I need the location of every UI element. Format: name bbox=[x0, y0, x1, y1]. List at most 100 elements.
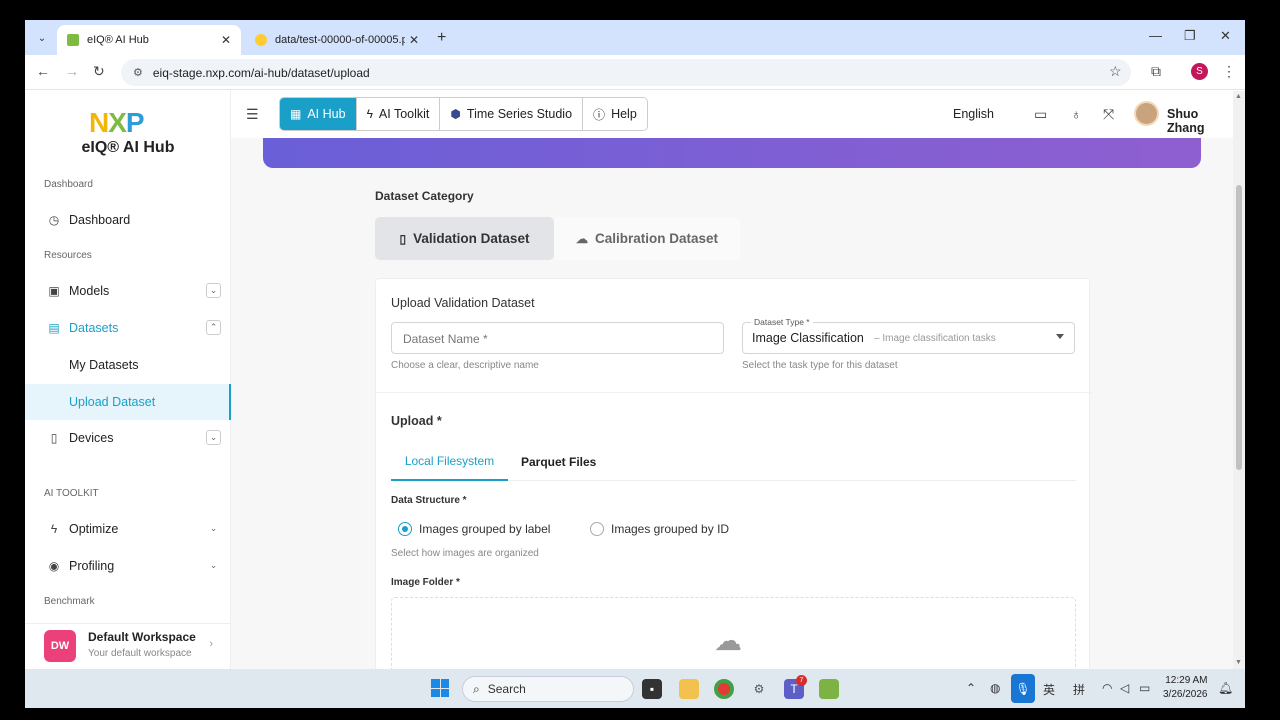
sidebar: NXP eIQ® AI Hub Dashboard ◷ Dashboard Re… bbox=[25, 91, 231, 669]
restore-icon[interactable]: ❐ bbox=[1184, 28, 1196, 44]
browser-tab[interactable]: data/test-00000-of-00005.parq ✕ bbox=[245, 25, 429, 55]
scroll-down-icon[interactable]: ▼ bbox=[1235, 659, 1242, 666]
scroll-up-icon[interactable]: ▲ bbox=[1235, 93, 1242, 100]
header-banner bbox=[263, 138, 1201, 168]
sidebar-item-devices[interactable]: ▯ Devices ⌄ bbox=[25, 420, 231, 456]
image-folder-dropzone[interactable]: ☁ bbox=[391, 597, 1076, 669]
profile-avatar[interactable]: S bbox=[1191, 63, 1208, 80]
settings-gear-icon[interactable]: ⚙ bbox=[749, 679, 769, 699]
close-window-icon[interactable]: ✕ bbox=[1220, 28, 1231, 44]
chevron-down-icon[interactable]: ⌄ bbox=[206, 283, 221, 298]
sidebar-item-label: Upload Dataset bbox=[69, 395, 156, 409]
browser-window: ⌄ eIQ® AI Hub ✕ data/test-00000-of-00005… bbox=[25, 20, 1245, 708]
fullscreen-icon[interactable]: ⤧ bbox=[1103, 106, 1114, 123]
page-scrollbar[interactable]: ▲ ▼ bbox=[1233, 91, 1245, 669]
sidebar-item-datasets[interactable]: ▤ Datasets ⌃ bbox=[25, 310, 231, 346]
browser-tab-active[interactable]: eIQ® AI Hub ✕ bbox=[57, 25, 241, 55]
taskbar-search[interactable]: ⌕ Search bbox=[462, 676, 634, 702]
workspace-switcher[interactable]: DW Default Workspace Your default worksp… bbox=[25, 623, 231, 669]
tray-chevron-up-icon[interactable]: ⌃ bbox=[966, 681, 976, 695]
chevron-down-icon[interactable]: ⌄ bbox=[206, 521, 221, 536]
volume-icon[interactable]: ◁ bbox=[1120, 681, 1129, 695]
battery-icon[interactable]: ▭ bbox=[1139, 681, 1150, 695]
help-icon: ⓘ bbox=[593, 107, 606, 122]
file-explorer-icon[interactable] bbox=[679, 679, 699, 699]
chrome-icon[interactable] bbox=[714, 679, 734, 699]
tab-label: Calibration Dataset bbox=[594, 231, 719, 246]
close-tab-icon[interactable]: ✕ bbox=[221, 33, 231, 47]
help-button[interactable]: ⓘ Help bbox=[583, 98, 647, 130]
wallet-icon[interactable]: ▭ bbox=[1034, 106, 1047, 123]
chevron-up-icon[interactable]: ⌃ bbox=[206, 320, 221, 335]
sidebar-item-models[interactable]: ▣ Models ⌄ bbox=[25, 273, 231, 309]
radio-grouped-by-label[interactable]: Images grouped by label bbox=[398, 522, 550, 536]
lightning-icon: ϟ bbox=[366, 107, 373, 121]
clock-date: 3/26/2026 bbox=[1163, 689, 1208, 700]
extensions-icon[interactable]: ⧉ bbox=[1151, 63, 1161, 80]
sidebar-item-label: Datasets bbox=[69, 321, 119, 335]
sidebar-item-profiling[interactable]: ◉ Profiling ⌄ bbox=[25, 548, 231, 584]
ime-pinyin[interactable]: 拼 bbox=[1073, 681, 1085, 698]
notifications-icon[interactable]: 🔔︎ bbox=[1218, 681, 1233, 695]
dataset-name-field[interactable]: Dataset Name * bbox=[391, 322, 724, 354]
notification-badge: 7 bbox=[796, 675, 807, 686]
tab-search-icon[interactable]: ⌄ bbox=[32, 28, 52, 48]
upload-label: Upload * bbox=[391, 414, 442, 428]
menu-toggle-icon[interactable]: ☰ bbox=[246, 106, 259, 123]
tab-calibration-dataset[interactable]: ☁ Calibration Dataset bbox=[554, 217, 740, 260]
tab-local-filesystem[interactable]: Local Filesystem bbox=[391, 442, 508, 481]
task-view-icon[interactable]: ▪ bbox=[642, 679, 662, 699]
back-icon[interactable]: ← bbox=[36, 63, 50, 79]
more-menu-icon[interactable]: ⋮ bbox=[1222, 63, 1236, 80]
radio-unchecked-icon bbox=[590, 522, 604, 536]
lightbulb-icon[interactable]: ♁ bbox=[1071, 106, 1082, 122]
scrollbar-thumb[interactable] bbox=[1236, 185, 1242, 470]
time-series-studio-button[interactable]: ⬢ Time Series Studio bbox=[440, 98, 584, 130]
tab-validation-dataset[interactable]: ▯ Validation Dataset bbox=[375, 217, 554, 260]
section-label-dashboard: Dashboard bbox=[44, 179, 93, 190]
dataset-name-helper: Choose a clear, descriptive name bbox=[391, 360, 539, 371]
ai-hub-button[interactable]: ▦ AI Hub bbox=[280, 98, 357, 130]
chevron-down-icon[interactable]: ⌄ bbox=[206, 558, 221, 573]
network-app-icon[interactable]: ◍ bbox=[990, 681, 1000, 695]
ai-toolkit-button[interactable]: ϟ AI Toolkit bbox=[356, 98, 441, 130]
ime-english[interactable]: 英 bbox=[1043, 681, 1055, 698]
sidebar-item-upload-dataset[interactable]: Upload Dataset bbox=[25, 384, 231, 420]
ai-hub-label: AI Hub bbox=[307, 107, 346, 121]
microphone-icon[interactable]: 🎙︎ bbox=[1011, 674, 1035, 703]
cloud-upload-icon: ☁ bbox=[714, 625, 742, 656]
minimize-icon[interactable]: — bbox=[1149, 28, 1162, 43]
lightning-icon: ϟ bbox=[50, 522, 58, 536]
site-info-icon[interactable]: ⚙ bbox=[133, 66, 143, 79]
bookmark-star-icon[interactable]: ☆ bbox=[1109, 63, 1122, 80]
forward-icon[interactable]: → bbox=[65, 63, 79, 79]
data-structure-helper: Select how images are organized bbox=[391, 548, 539, 559]
cloud-upload-icon: ☁ bbox=[575, 231, 588, 246]
dataset-type-helper: Select the task type for this dataset bbox=[742, 360, 898, 371]
new-tab-icon[interactable]: + bbox=[437, 29, 446, 47]
dataset-name-placeholder: Dataset Name * bbox=[403, 332, 488, 346]
tab-parquet-files[interactable]: Parquet Files bbox=[521, 442, 596, 481]
address-bar[interactable]: ⚙ eiq-stage.nxp.com/ai-hub/dataset/uploa… bbox=[121, 59, 1131, 86]
workspace-name: Default Workspace bbox=[88, 630, 196, 644]
user-name[interactable]: Shuo Zhang bbox=[1167, 107, 1233, 135]
radio-grouped-by-id[interactable]: Images grouped by ID bbox=[590, 522, 729, 536]
sidebar-item-dashboard[interactable]: ◷ Dashboard bbox=[25, 202, 231, 238]
chevron-right-icon: › bbox=[209, 638, 213, 650]
app-icon[interactable] bbox=[819, 679, 839, 699]
wifi-icon[interactable]: ◠ bbox=[1102, 681, 1112, 695]
data-structure-label: Data Structure * bbox=[391, 495, 467, 506]
reload-icon[interactable]: ↻ bbox=[93, 63, 105, 80]
section-label-benchmark: Benchmark bbox=[44, 596, 95, 607]
windows-start-icon[interactable] bbox=[431, 679, 449, 697]
help-label: Help bbox=[611, 107, 637, 121]
chevron-down-icon[interactable]: ⌄ bbox=[206, 430, 221, 445]
close-tab-icon[interactable]: ✕ bbox=[409, 33, 419, 47]
user-avatar[interactable] bbox=[1134, 101, 1159, 126]
language-selector[interactable]: English bbox=[953, 107, 994, 121]
sidebar-item-my-datasets[interactable]: My Datasets bbox=[25, 347, 231, 383]
system-clock[interactable]: 12:29 AM 3/26/2026 bbox=[1163, 674, 1208, 702]
dataset-type-select[interactable]: Dataset Type * Image Classification – Im… bbox=[742, 317, 1075, 354]
sidebar-item-optimize[interactable]: ϟ Optimize ⌄ bbox=[25, 511, 231, 547]
ai-toolkit-label: AI Toolkit bbox=[378, 107, 430, 121]
